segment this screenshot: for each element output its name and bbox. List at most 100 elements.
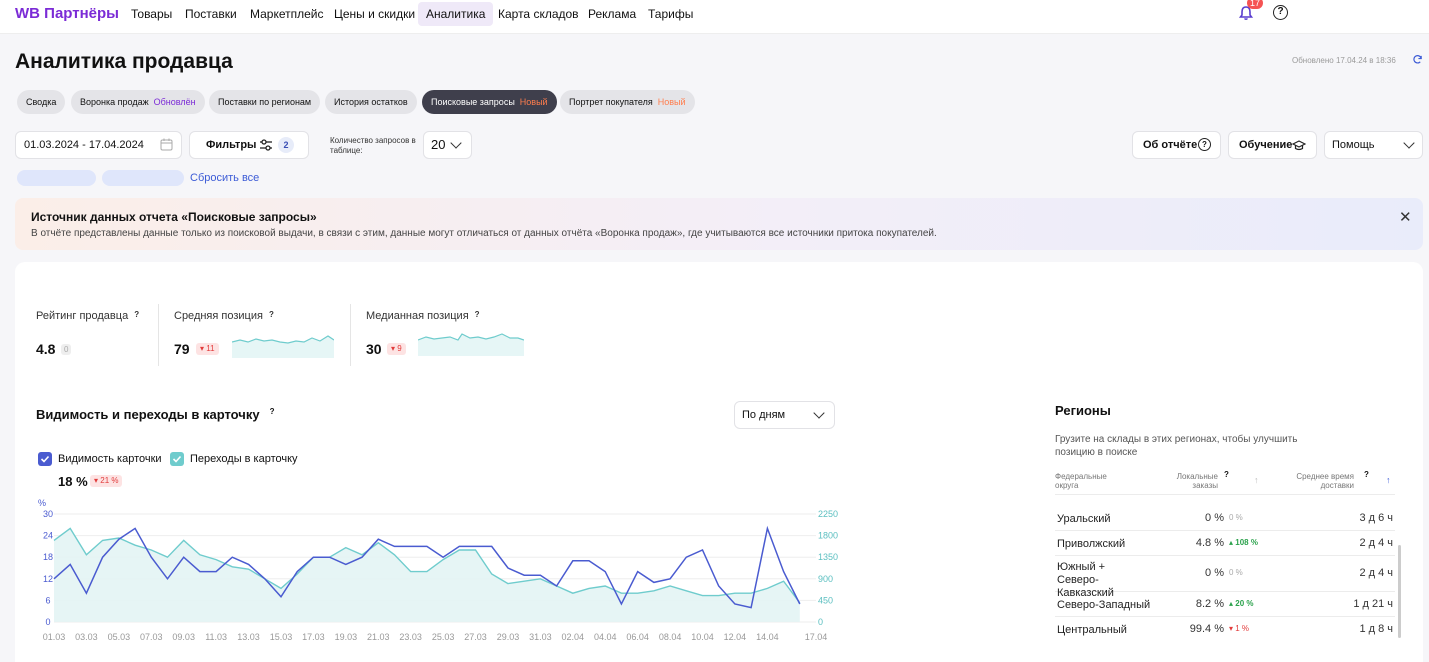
x-tick-label: 09.03 [172,632,195,642]
nav-item-warehouse-map[interactable]: Карта складов [490,2,587,26]
question-icon: ? [1198,138,1211,151]
divider [350,304,351,366]
calendar-icon [160,138,173,151]
help-select[interactable]: Помощь [1324,131,1423,159]
tab-summary[interactable]: Сводка [17,90,66,114]
col-delivery-header[interactable]: Среднее время доставки [1290,472,1354,490]
hint-icon[interactable]: ? [269,310,274,319]
sliders-icon [260,139,272,151]
visibility-checkbox[interactable] [38,452,52,466]
y-right-tick-label: 2250 [818,509,838,519]
y-left-tick-label: 24 [43,531,53,541]
y-left-tick-label: 18 [43,552,53,562]
hint-icon[interactable]: ? [475,310,480,319]
filter-chip[interactable] [17,170,96,186]
visibility-value: 18 % [58,474,88,489]
y-left-tick-label: 0 [45,617,50,627]
metric-rating-value: 4.8 [36,341,56,357]
tab-sales-funnel[interactable]: Воронка продаж Обновлён [71,90,205,114]
metric-rating-delta: 0 [61,344,72,355]
x-tick-label: 02.04 [562,632,585,642]
page-title: Аналитика продавца [15,50,233,73]
top-nav: WB Партнёры Товары Поставки Маркетплейс … [0,0,1429,34]
metric-avg-position-label: Средняя позиция? [174,310,274,322]
notification-badge: 17 [1247,0,1264,9]
hint-icon[interactable]: ? [270,407,275,416]
x-tick-label: 10.04 [691,632,714,642]
help-icon[interactable]: ? [1273,5,1288,20]
y-left-tick-label: 12 [43,574,53,584]
section-title: Видимость и переходы в карточку? [36,407,275,422]
learning-button[interactable]: Обучение [1228,131,1317,159]
nav-item-marketplace[interactable]: Маркетплейс [242,2,332,26]
filters-button[interactable]: Фильтры 2 [189,131,309,159]
query-count-label: Количество запросов в таблице: [330,136,416,155]
x-tick-label: 05.03 [108,632,131,642]
col-local-header[interactable]: Локальные заказы [1168,472,1218,490]
scrollbar[interactable] [1398,545,1401,638]
x-tick-label: 31.03 [529,632,552,642]
logo[interactable]: WB Партнёры [15,5,119,22]
reset-all-link[interactable]: Сбросить все [190,172,259,184]
region-row: Уральский 0 % 0 % 3 д 6 ч [1055,506,1395,531]
nav-item-supplies[interactable]: Поставки [177,2,245,26]
y-right-tick-label: 900 [818,574,833,584]
graduation-cap-icon [1292,140,1306,151]
refresh-icon[interactable] [1412,54,1423,65]
metric-rating-label: Рейтинг продавца? [36,310,140,322]
x-tick-label: 07.03 [140,632,163,642]
clicks-checkbox[interactable] [170,452,184,466]
nav-item-analytics[interactable]: Аналитика [418,2,494,26]
chevron-down-icon [450,137,462,149]
sort-arrow-icon[interactable]: ↑ [1386,475,1391,485]
divider [1055,494,1395,495]
sort-arrow-icon[interactable]: ↑ [1254,475,1259,485]
region-row: Приволжский 4.8 % ▴ 108 % 2 д 4 ч [1055,531,1395,556]
median-position-sparkline [418,333,524,356]
x-tick-label: 27.03 [464,632,487,642]
visibility-delta: ▾ 21 % [90,475,123,487]
x-tick-label: 17.04 [805,632,828,642]
hint-icon[interactable]: ? [134,310,139,319]
x-tick-label: 19.03 [335,632,358,642]
chevron-down-icon [1403,137,1415,149]
close-icon[interactable]: ✕ [1399,208,1412,226]
x-tick-label: 25.03 [432,632,455,642]
x-tick-label: 14.04 [756,632,779,642]
nav-item-prices[interactable]: Цены и скидки [326,2,423,26]
region-row: Северо-Западный 8.2 % ▴ 20 % 1 д 21 ч [1055,592,1395,617]
visibility-legend-label: Видимость карточки [58,453,162,465]
hint-icon[interactable]: ? [1364,470,1369,479]
x-tick-label: 21.03 [367,632,390,642]
banner-text: В отчёте представлены данные только из п… [31,228,937,239]
clicks-area [54,528,800,622]
x-tick-label: 11.03 [205,632,227,642]
nav-item-tariffs[interactable]: Тарифы [640,2,701,26]
tab-supplies-by-region[interactable]: Поставки по регионам [209,90,321,114]
regions-description: Грузите на склады в этих регионах, чтобы… [1055,434,1298,458]
tab-stock-history[interactable]: История остатков [325,90,417,114]
x-tick-label: 29.03 [497,632,520,642]
filters-count-badge: 2 [278,137,294,153]
info-banner: Источник данных отчета «Поисковые запрос… [15,198,1423,250]
filter-chip[interactable] [102,170,184,186]
date-range-picker[interactable]: 01.03.2024 - 17.04.2024 [15,131,182,159]
metric-avg-position-delta: ▾ 11 [196,343,219,355]
tab-buyer-portrait[interactable]: Портрет покупателя Новый [560,90,695,114]
updated-timestamp: Обновлено 17.04.24 в 18:36 [1292,56,1396,65]
visibility-chart: % 0 6 12 18 24 30 0 450 900 1350 1800 2250 01.03 03.03… [38,498,838,642]
divider [158,304,159,366]
col-district-header: Федеральные округа [1055,472,1107,490]
regions-title: Регионы [1055,403,1111,418]
x-tick-label: 01.03 [43,632,66,642]
y-right-tick-label: 0 [818,617,823,627]
hint-icon[interactable]: ? [1224,470,1229,479]
tab-search-queries[interactable]: Поисковые запросы Новый [422,90,557,114]
about-report-button[interactable]: Об отчёте ? [1132,131,1221,159]
metric-median-position-label: Медианная позиция? [366,310,480,322]
query-count-select[interactable]: 20 [423,131,472,159]
nav-item-ads[interactable]: Реклама [580,2,644,26]
nav-item-products[interactable]: Товары [123,2,180,26]
y-right-tick-label: 1800 [818,531,838,541]
period-select[interactable]: По дням [734,401,835,429]
